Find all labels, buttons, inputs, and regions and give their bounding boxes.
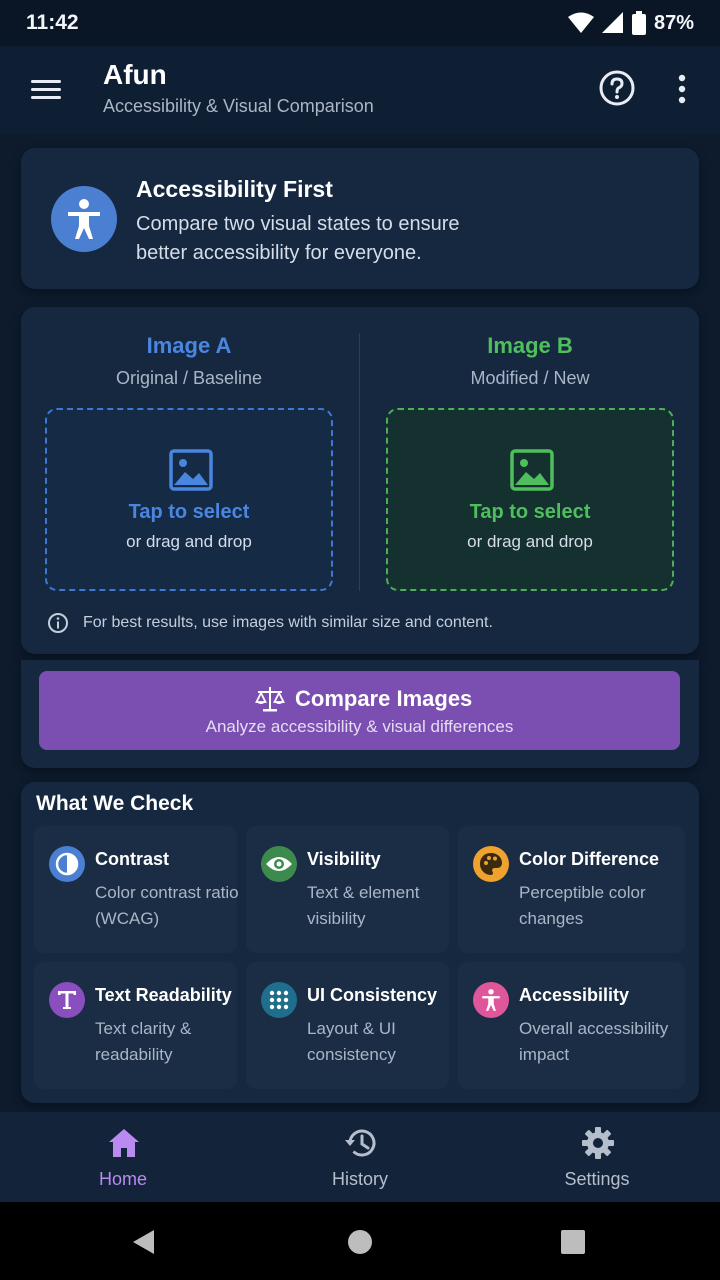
image-a-title: Image A	[146, 333, 232, 358]
app-bar: Afun Accessibility & Visual Comparison	[0, 46, 720, 134]
tile-description: Perceptible color changes	[519, 883, 646, 928]
status-time: 11:42	[26, 11, 79, 34]
tile-description: Text & element visibility	[307, 883, 420, 928]
accessibility-icon	[473, 982, 509, 1018]
compare-button-label: Compare Images	[295, 686, 473, 711]
status-icons: 87%	[567, 11, 694, 35]
tile-title: Color Difference	[519, 849, 660, 869]
home-circle-icon[interactable]	[347, 1229, 373, 1255]
recents-icon[interactable]	[561, 1230, 585, 1254]
bottom-navigation: Home History Settings	[0, 1112, 720, 1202]
menu-icon[interactable]	[28, 73, 64, 105]
check-tile-accessibility: Accessibility Overall accessibility impa…	[458, 962, 685, 1089]
image-icon	[169, 449, 213, 491]
tile-title: Visibility	[307, 849, 381, 869]
compare-images-button[interactable]: Compare Images Analyze accessibility & v…	[39, 671, 680, 750]
more-options-icon[interactable]	[670, 72, 694, 106]
history-icon	[345, 1129, 376, 1157]
check-tile-text-readability: Text Readability Text clarity & readabil…	[34, 962, 237, 1089]
nav-label: History	[331, 1169, 388, 1189]
nav-item-home[interactable]: Home	[3, 1112, 243, 1202]
image-selection-card: Image A Original / Baseline Image B Modi…	[21, 307, 699, 654]
contrast-icon	[49, 846, 85, 882]
what-we-check-card: What We Check Contrast Color contrast ra…	[21, 782, 699, 1103]
eye-icon	[261, 846, 297, 882]
image-a-action: Tap to select	[128, 501, 250, 523]
column-divider	[359, 333, 360, 591]
nav-item-history[interactable]: History	[240, 1112, 480, 1202]
nav-label: Home	[98, 1169, 147, 1189]
hero-text: Compare two visual states to ensure bett…	[136, 213, 460, 264]
tip-text: For best results, use images with simila…	[83, 614, 493, 631]
help-icon[interactable]	[598, 69, 636, 107]
app-subtitle: Accessibility & Visual Comparison	[103, 96, 374, 116]
text-icon	[49, 982, 85, 1018]
image-a-subtitle: Original / Baseline	[115, 368, 263, 388]
compare-card: Compare Images Analyze accessibility & v…	[21, 660, 699, 768]
check-tile-color-difference: Color Difference Perceptible color chang…	[458, 826, 685, 953]
grid-icon	[261, 982, 297, 1018]
wifi-icon	[567, 12, 594, 33]
image-b-title: Image B	[487, 333, 573, 358]
tile-title: Text Readability	[95, 985, 232, 1005]
tile-title: Contrast	[95, 849, 170, 869]
nav-item-settings[interactable]: Settings	[477, 1112, 717, 1202]
palette-icon	[473, 846, 509, 882]
tile-description: Layout & UI consistency	[307, 1019, 396, 1064]
status-bar: 11:42 87%	[0, 0, 720, 46]
tile-description: Overall accessibility impact	[519, 1019, 669, 1064]
battery-icon	[631, 11, 646, 35]
check-tile-ui-consistency: UI Consistency Layout & UI consistency	[246, 962, 449, 1089]
compare-button-sublabel: Analyze accessibility & visual differenc…	[205, 717, 514, 736]
back-icon[interactable]	[130, 1228, 156, 1256]
tile-title: UI Consistency	[307, 985, 438, 1005]
image-b-subtitle: Modified / New	[470, 368, 590, 388]
image-b-dropzone[interactable]: Tap to select or drag and drop	[386, 408, 674, 591]
tile-description: Text clarity & readability	[95, 1019, 192, 1064]
check-tile-contrast: Contrast Color contrast ratio (WCAG)	[34, 826, 239, 953]
tile-title: Accessibility	[519, 985, 630, 1005]
accessibility-icon	[51, 186, 117, 252]
info-icon	[48, 613, 68, 633]
hero-title: Accessibility First	[136, 176, 333, 202]
image-b-action: Tap to select	[469, 501, 591, 523]
nav-label: Settings	[564, 1169, 630, 1189]
section-title: What We Check	[36, 792, 194, 815]
image-a-hint: or drag and drop	[126, 532, 252, 551]
image-a-dropzone[interactable]: Tap to select or drag and drop	[45, 408, 333, 591]
scale-icon	[255, 687, 285, 712]
settings-icon	[582, 1127, 614, 1159]
image-icon	[510, 449, 554, 491]
cell-signal-icon	[601, 12, 623, 33]
image-b-hint: or drag and drop	[467, 532, 593, 551]
check-tile-visibility: Visibility Text & element visibility	[246, 826, 449, 953]
tile-description: Color contrast ratio (WCAG)	[95, 883, 239, 928]
accessibility-first-card: Accessibility First Compare two visual s…	[21, 148, 699, 289]
system-navigation-bar	[0, 1202, 720, 1280]
battery-level: 87%	[653, 11, 694, 34]
app-title: Afun	[103, 59, 167, 90]
home-icon	[109, 1129, 139, 1157]
